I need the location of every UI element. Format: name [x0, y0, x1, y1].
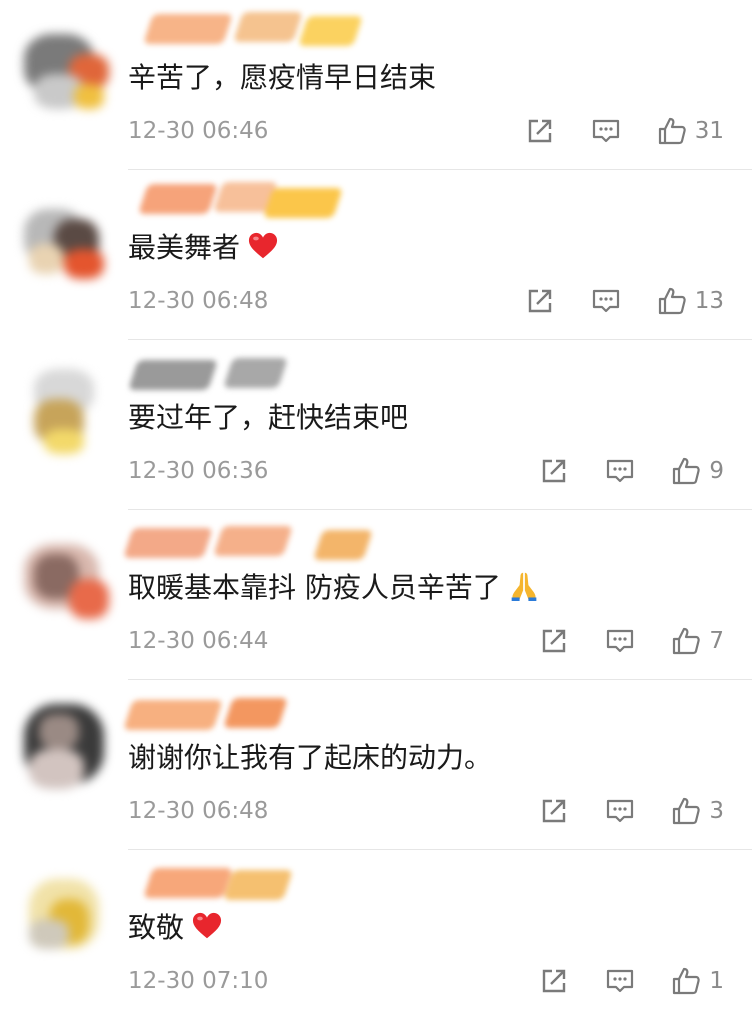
avatar[interactable]	[14, 14, 114, 114]
thumbs-up-icon	[658, 117, 686, 145]
comment-text: 取暖基本靠抖 防疫人员辛苦了	[128, 568, 539, 608]
comment-item: 要过年了，赶快结束吧 12-30 06:36 9	[0, 340, 752, 510]
share-icon[interactable]	[539, 796, 569, 826]
comment-icon[interactable]	[605, 626, 635, 656]
comment-icon[interactable]	[591, 116, 621, 146]
comment-text-content: 最美舞者	[128, 231, 241, 264]
username[interactable]	[128, 6, 368, 56]
comment-item: 辛苦了，愿疫情早日结束 12-30 06:46 31	[0, 0, 752, 170]
red-heart-icon	[192, 912, 222, 939]
comment-timestamp: 12-30 06:44	[128, 628, 269, 654]
comment-timestamp: 12-30 07:10	[128, 968, 269, 994]
share-icon[interactable]	[539, 626, 569, 656]
like-count: 31	[694, 118, 724, 144]
thumbs-up-icon	[673, 967, 701, 995]
comment-timestamp: 12-30 06:36	[128, 458, 269, 484]
comment-timestamp: 12-30 06:48	[128, 798, 269, 824]
avatar[interactable]	[14, 354, 114, 454]
comment-actions: 13	[525, 284, 724, 318]
comment-icon[interactable]	[605, 796, 635, 826]
comment-text-content: 要过年了，赶快结束吧	[128, 401, 409, 434]
username[interactable]	[123, 686, 368, 736]
like-button[interactable]: 9	[671, 456, 724, 486]
like-count: 9	[709, 458, 724, 484]
like-count: 7	[709, 628, 724, 654]
comment-list: 辛苦了，愿疫情早日结束 12-30 06:46 31 最美舞者 12-30 06…	[0, 0, 752, 1020]
comment-timestamp: 12-30 06:46	[128, 118, 269, 144]
avatar[interactable]	[14, 864, 114, 964]
comment-text-content: 取暖基本靠抖 防疫人员辛苦了	[128, 571, 501, 604]
praying-hands-icon	[511, 572, 537, 601]
avatar[interactable]	[14, 184, 114, 284]
thumbs-up-icon	[658, 287, 686, 315]
share-icon[interactable]	[525, 116, 555, 146]
comment-actions: 3	[539, 794, 724, 828]
comment-icon[interactable]	[591, 286, 621, 316]
like-button[interactable]: 13	[657, 286, 724, 316]
comment-text: 谢谢你让我有了起床的动力。	[128, 738, 492, 778]
comment-text: 最美舞者	[128, 228, 278, 268]
share-icon[interactable]	[539, 966, 569, 996]
comment-text-content: 谢谢你让我有了起床的动力。	[128, 741, 493, 774]
comment-item: 最美舞者 12-30 06:48 13	[0, 170, 752, 340]
like-button[interactable]: 1	[671, 966, 724, 996]
username[interactable]	[128, 346, 368, 396]
comment-item: 取暖基本靠抖 防疫人员辛苦了 12-30 06:44 7	[0, 510, 752, 680]
comment-text-content: 辛苦了，愿疫情早日结束	[128, 61, 437, 94]
comment-icon[interactable]	[605, 966, 635, 996]
username[interactable]	[123, 516, 373, 566]
like-count: 1	[709, 968, 724, 994]
comment-actions: 9	[539, 454, 724, 488]
share-icon[interactable]	[539, 456, 569, 486]
comment-text: 辛苦了，愿疫情早日结束	[128, 58, 436, 98]
comment-text: 要过年了，赶快结束吧	[128, 398, 408, 438]
like-button[interactable]: 3	[671, 796, 724, 826]
like-count: 3	[709, 798, 724, 824]
comment-item: 致敬 12-30 07:10 1	[0, 850, 752, 1020]
comment-text: 致敬	[128, 908, 222, 948]
comment-actions: 7	[539, 624, 724, 658]
thumbs-up-icon	[673, 797, 701, 825]
thumbs-up-icon	[673, 627, 701, 655]
like-button[interactable]: 31	[657, 116, 724, 146]
comment-timestamp: 12-30 06:48	[128, 288, 269, 314]
like-button[interactable]: 7	[671, 626, 724, 656]
comment-text-content: 致敬	[128, 911, 185, 944]
comment-actions: 31	[525, 114, 724, 148]
avatar[interactable]	[14, 524, 114, 624]
username[interactable]	[128, 176, 368, 226]
username[interactable]	[128, 856, 368, 906]
red-heart-icon	[248, 232, 278, 259]
thumbs-up-icon	[673, 457, 701, 485]
avatar[interactable]	[14, 694, 114, 794]
comment-icon[interactable]	[605, 456, 635, 486]
like-count: 13	[694, 288, 724, 314]
comment-actions: 1	[539, 964, 724, 998]
share-icon[interactable]	[525, 286, 555, 316]
comment-item: 谢谢你让我有了起床的动力。 12-30 06:48 3	[0, 680, 752, 850]
